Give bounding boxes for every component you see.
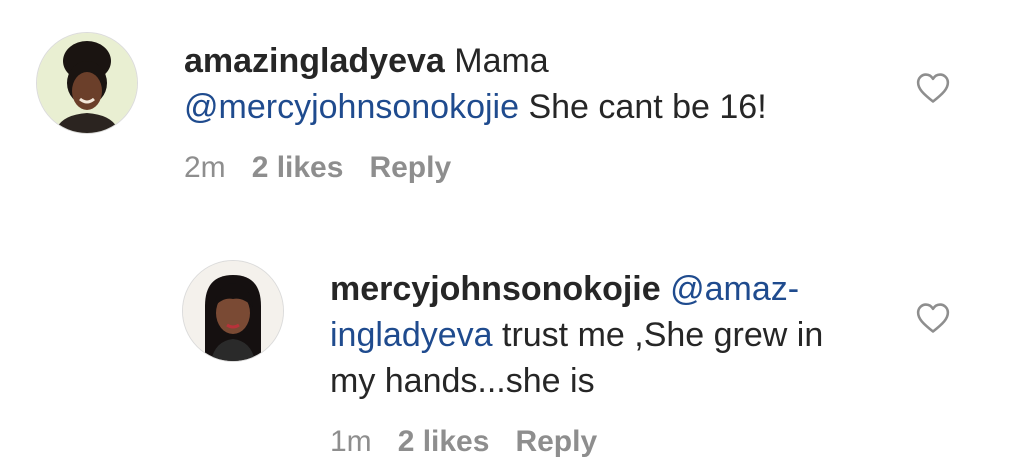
commenter-avatar[interactable]	[36, 32, 138, 134]
comment-reply-item: mercyjohnsonokojie @amaz- ingladyeva tru…	[0, 240, 1024, 472]
comment-meta: 2m 2 likes Reply	[184, 150, 451, 186]
commenter-avatar[interactable]	[182, 260, 284, 362]
comment-mention[interactable]: @mercyjohnsonokojie	[184, 88, 519, 126]
like-button[interactable]	[916, 302, 950, 334]
comment-timestamp: 1m	[330, 425, 372, 458]
comment-username[interactable]: amazingladyeva	[184, 42, 445, 80]
comment-item: amazingladyeva Mama @mercyjohnsonokojie …	[0, 0, 1024, 200]
comment-mention-continued[interactable]: ingladyeva	[330, 316, 493, 354]
comment-mention[interactable]: @amaz-	[661, 270, 799, 308]
comment-likes-count[interactable]: 2 likes	[252, 151, 344, 184]
comment-username[interactable]: mercyjohnsonokojie	[330, 270, 661, 308]
comment-timestamp: 2m	[184, 151, 226, 184]
heart-outline-icon	[916, 73, 950, 103]
heart-outline-icon	[916, 303, 950, 333]
comment-meta: 1m 2 likes Reply	[330, 424, 597, 460]
comment-likes-count[interactable]: 2 likes	[398, 425, 490, 458]
avatar-icon	[37, 33, 137, 133]
comment-body: Mama	[444, 42, 549, 80]
reply-button[interactable]: Reply	[369, 151, 451, 184]
comment-text: mercyjohnsonokojie @amaz- ingladyeva tru…	[330, 266, 870, 404]
comment-text: amazingladyeva Mama @mercyjohnsonokojie …	[184, 38, 884, 130]
comment-body-continued: She cant be 16!	[519, 88, 767, 126]
avatar-icon	[183, 261, 283, 361]
like-button[interactable]	[916, 72, 950, 104]
reply-button[interactable]: Reply	[515, 425, 597, 458]
